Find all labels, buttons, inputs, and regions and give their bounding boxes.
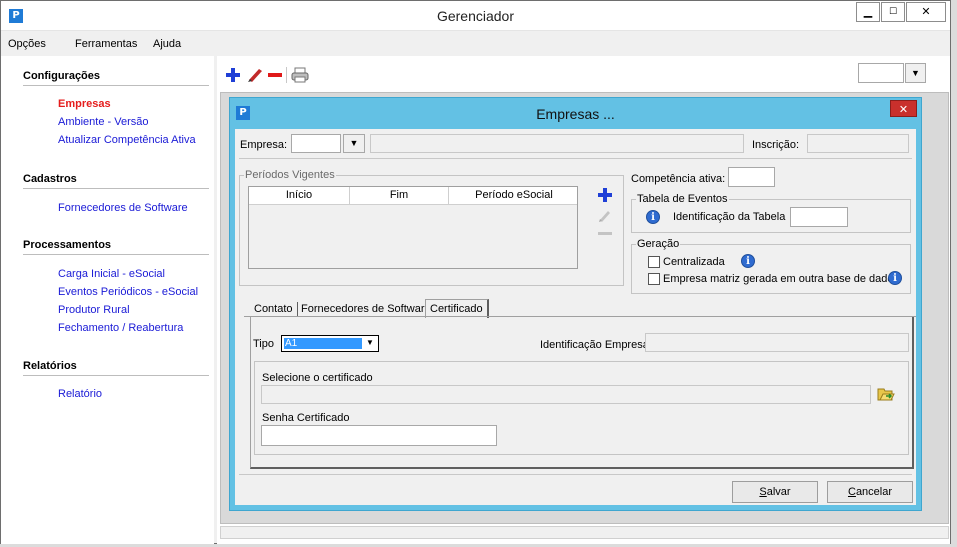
- tabela-eventos-group: Tabela de Eventos i Identificação da Tab…: [631, 193, 911, 233]
- sidebar-item-produtor-rural[interactable]: Produtor Rural: [58, 304, 130, 316]
- add-periodo-icon[interactable]: [598, 188, 612, 202]
- competencia-input[interactable]: [728, 167, 775, 187]
- column-fim[interactable]: Fim: [350, 187, 449, 205]
- empresa-matriz-label: Empresa matriz gerada em outra base de d…: [663, 273, 900, 285]
- section-processamentos: Processamentos: [23, 239, 112, 251]
- sidebar-item-relatorio[interactable]: Relatório: [58, 388, 102, 400]
- identificacao-empresa-field: [645, 333, 909, 352]
- dialog-body: Empresa: ▼ Inscrição: Períodos Vigentes …: [235, 129, 916, 505]
- salvar-accel: S: [759, 486, 767, 498]
- window-title: Gerenciador: [436, 8, 515, 24]
- info-icon[interactable]: i: [646, 210, 660, 224]
- tab-fornecedores-software[interactable]: Fornecedores de Software: [297, 302, 436, 317]
- empresa-label: Empresa:: [240, 139, 288, 151]
- competencia-label: Competência ativa:: [631, 173, 726, 185]
- column-inicio[interactable]: Início: [249, 187, 350, 205]
- sidebar-item-fornecedores[interactable]: Fornecedores de Software: [58, 202, 188, 214]
- divider: [239, 158, 912, 159]
- selecione-certificado-label: Selecione o certificado: [262, 372, 373, 384]
- inscricao-label: Inscrição:: [752, 139, 800, 151]
- periodos-grid-header: Início Fim Período eSocial: [249, 187, 577, 205]
- menu-opcoes[interactable]: Opções: [8, 38, 46, 50]
- menu-ferramentas[interactable]: Ferramentas: [75, 38, 137, 50]
- dialog-title: Empresas ...: [536, 106, 615, 122]
- column-periodo-esocial[interactable]: Período eSocial: [449, 187, 579, 205]
- periodos-grid: Início Fim Período eSocial: [248, 186, 578, 269]
- section-configuracoes: Configurações: [23, 70, 101, 82]
- sidebar-item-carga-inicial[interactable]: Carga Inicial - eSocial: [58, 268, 165, 280]
- open-folder-icon[interactable]: [877, 386, 895, 402]
- divider: [239, 474, 912, 475]
- centralizada-label: Centralizada: [663, 256, 725, 268]
- periodos-vigentes-group: Períodos Vigentes Início Fim Período eSo…: [239, 169, 624, 286]
- senha-certificado-label: Senha Certificado: [262, 412, 350, 424]
- status-strip: [220, 526, 949, 539]
- minimize-button[interactable]: ▁: [856, 2, 880, 22]
- add-icon[interactable]: [225, 67, 241, 83]
- edit-icon[interactable]: [246, 67, 264, 83]
- centralizada-info-icon[interactable]: i: [741, 254, 755, 268]
- print-icon[interactable]: [291, 67, 309, 83]
- inscricao-field: [807, 134, 909, 153]
- divider: [23, 188, 209, 189]
- maximize-button[interactable]: ☐: [881, 2, 905, 22]
- periodos-vigentes-title: Períodos Vigentes: [244, 169, 336, 181]
- menu-bar: Opções Ferramentas Ajuda: [1, 32, 950, 56]
- remove-periodo-icon[interactable]: [598, 231, 612, 237]
- tipo-label: Tipo: [253, 338, 274, 350]
- title-bar: P Gerenciador ▁ ☐ ✕: [1, 1, 950, 31]
- chevron-down-icon: ▼: [366, 338, 374, 347]
- cancelar-accel: C: [847, 486, 856, 498]
- geracao-group: Geração Centralizada i Empresa matriz ge…: [631, 238, 911, 294]
- centralizada-checkbox[interactable]: [648, 256, 660, 268]
- menu-ajuda[interactable]: Ajuda: [153, 38, 181, 50]
- tabela-eventos-title: Tabela de Eventos: [636, 193, 729, 205]
- cancelar-label: ancelar: [855, 486, 893, 498]
- cancelar-button[interactable]: Cancelar: [827, 481, 913, 503]
- empresa-name-field: [370, 134, 744, 153]
- edit-periodo-icon[interactable]: [598, 209, 612, 223]
- empresa-matriz-info-icon[interactable]: i: [888, 271, 902, 285]
- empresa-code-input[interactable]: [291, 134, 341, 153]
- certificado-path-field: [261, 385, 871, 404]
- toolbar-select-dropdown[interactable]: ▼: [905, 63, 926, 83]
- identificacao-empresa-label: Identificação Empresa: [540, 339, 649, 351]
- empresas-dialog: P Empresas ... ✕ Empresa: ▼ Inscrição: P…: [229, 97, 922, 511]
- empresa-matriz-checkbox[interactable]: [648, 273, 660, 285]
- tipo-selected-value: A1: [284, 338, 362, 349]
- divider: [23, 375, 209, 376]
- section-relatorios: Relatórios: [23, 360, 77, 372]
- sidebar-item-atualizar-competencia[interactable]: Atualizar Competência Ativa: [58, 134, 196, 146]
- sidebar-item-fechamento[interactable]: Fechamento / Reabertura: [58, 322, 183, 334]
- sidebar-item-empresas[interactable]: Empresas: [58, 98, 111, 110]
- toolbar-separator: [286, 67, 287, 83]
- close-button[interactable]: ✕: [906, 2, 946, 22]
- identificacao-tabela-input[interactable]: [790, 207, 848, 227]
- section-cadastros: Cadastros: [23, 173, 77, 185]
- remove-icon[interactable]: [267, 67, 283, 83]
- salvar-label: alvar: [766, 486, 791, 498]
- sidebar: Configurações Empresas Ambiente - Versão…: [1, 56, 214, 544]
- geracao-title: Geração: [636, 238, 681, 250]
- divider: [23, 254, 209, 255]
- dialog-close-button[interactable]: ✕: [890, 100, 917, 117]
- senha-certificado-input[interactable]: [261, 425, 497, 446]
- identificacao-tabela-label: Identificação da Tabela: [673, 211, 786, 223]
- sidebar-item-eventos-periodicos[interactable]: Eventos Periódicos - eSocial: [58, 286, 198, 298]
- toolbar-select[interactable]: [858, 63, 904, 83]
- tipo-select[interactable]: A1 ▼: [281, 335, 379, 352]
- divider: [23, 85, 209, 86]
- salvar-button[interactable]: Salvar: [732, 481, 818, 503]
- dialog-title-bar: P Empresas ... ✕: [230, 98, 921, 129]
- tab-contato[interactable]: Contato: [250, 302, 298, 317]
- empresa-dropdown-button[interactable]: ▼: [343, 134, 365, 153]
- sidebar-item-ambiente-versao[interactable]: Ambiente - Versão: [58, 116, 149, 128]
